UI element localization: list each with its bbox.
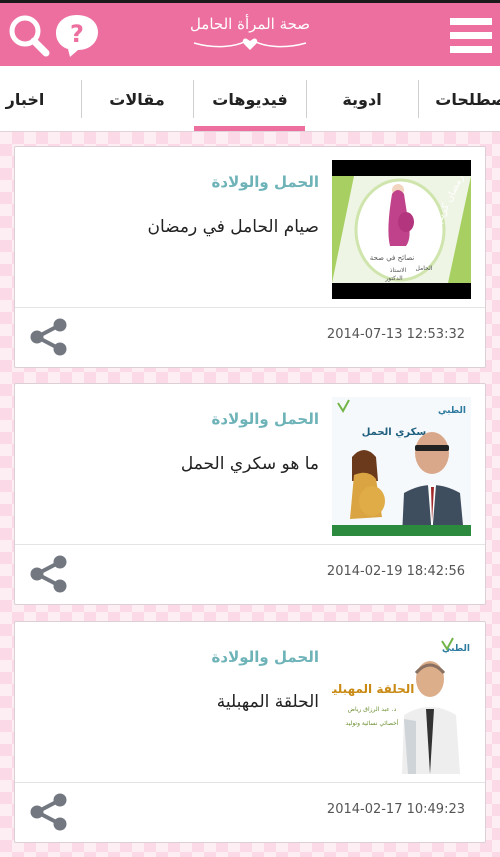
- tab-divider: [306, 80, 307, 118]
- video-category: الحمل والولادة: [211, 173, 319, 191]
- category-tabs: مصطلحات ادوية فيديوهات مقالات اخبار: [0, 66, 500, 132]
- video-datetime: 2014-07-13 12:53:32: [326, 327, 465, 342]
- gestational-diabetes-video-image: الطبي سكري الحمل: [332, 397, 471, 536]
- video-title[interactable]: ما هو سكري الحمل: [181, 454, 319, 474]
- video-title[interactable]: صيام الحامل في رمضان: [147, 217, 319, 237]
- video-card[interactable]: رمضان كريم نصائح في صحة الحامل الاستاذ ا…: [14, 146, 486, 368]
- video-card[interactable]: الطبي سكري الحمل الحمل والولادة ما هو سك…: [14, 383, 486, 605]
- search-icon: [9, 15, 50, 57]
- thumb-caption: الاستاذ: [390, 267, 407, 274]
- app-logo: صحة المرأة الحامل: [185, 11, 315, 61]
- tab-terms[interactable]: مصطلحات: [420, 76, 500, 122]
- tab-divider: [418, 80, 419, 118]
- tab-articles[interactable]: مقالات: [81, 76, 193, 122]
- thumb-line: أخصائي نسائية وتوليد: [346, 719, 399, 727]
- tab-news[interactable]: اخبار: [0, 76, 81, 122]
- share-button[interactable]: [27, 554, 71, 594]
- svg-text:?: ?: [70, 20, 84, 48]
- share-icon: [30, 555, 67, 593]
- share-button[interactable]: [27, 792, 71, 832]
- tab-divider: [193, 80, 194, 118]
- active-tab-indicator: [194, 126, 305, 131]
- video-title[interactable]: الحلقة المهبلية: [217, 692, 319, 712]
- thumb-heading: الحلقة المهبلية: [332, 682, 414, 696]
- thumb-heading: سكري الحمل: [362, 427, 427, 438]
- tab-videos[interactable]: فيديوهات: [194, 76, 306, 122]
- vaginal-ring-video-image: الطبي الحلقة المهبلية د. عبد الرزاق رياض…: [332, 635, 471, 774]
- search-button[interactable]: [6, 11, 52, 59]
- help-button[interactable]: ?: [52, 11, 102, 59]
- video-datetime: 2014-02-17 10:49:23: [326, 802, 465, 817]
- video-datetime: 2014-02-19 18:42:56: [326, 564, 465, 579]
- video-card[interactable]: الطبي الحلقة المهبلية د. عبد الرزاق رياض…: [14, 621, 486, 843]
- ramadan-video-image: رمضان كريم نصائح في صحة الحامل الاستاذ ا…: [332, 160, 471, 299]
- share-icon: [30, 318, 67, 356]
- thumb-caption: الدكتور: [384, 275, 403, 282]
- thumb-logo-text: الطبي: [438, 406, 466, 416]
- app-title: صحة المرأة الحامل: [189, 15, 311, 33]
- video-thumbnail[interactable]: الطبي الحلقة المهبلية د. عبد الرزاق رياض…: [332, 635, 471, 774]
- hamburger-menu-icon: [450, 18, 492, 53]
- help-bubble-icon: ?: [56, 15, 98, 57]
- card-divider: [15, 307, 485, 308]
- video-thumbnail[interactable]: رمضان كريم نصائح في صحة الحامل الاستاذ ا…: [332, 160, 471, 299]
- card-divider: [15, 782, 485, 783]
- card-divider: [15, 544, 485, 545]
- thumb-caption: نصائح في صحة: [370, 254, 415, 262]
- heart-ornament-icon: [193, 38, 307, 50]
- share-button[interactable]: [27, 317, 71, 357]
- video-thumbnail[interactable]: الطبي سكري الحمل: [332, 397, 471, 536]
- menu-button[interactable]: [448, 11, 494, 59]
- share-icon: [30, 793, 67, 831]
- video-category: الحمل والولادة: [211, 648, 319, 666]
- tab-divider: [81, 80, 82, 118]
- video-category: الحمل والولادة: [211, 410, 319, 428]
- app-header: ? صحة المرأة الحامل: [0, 0, 500, 66]
- thumb-line: د. عبد الرزاق رياض: [348, 706, 397, 713]
- tab-medicines[interactable]: ادوية: [306, 76, 418, 122]
- thumb-caption: الحامل: [416, 265, 433, 272]
